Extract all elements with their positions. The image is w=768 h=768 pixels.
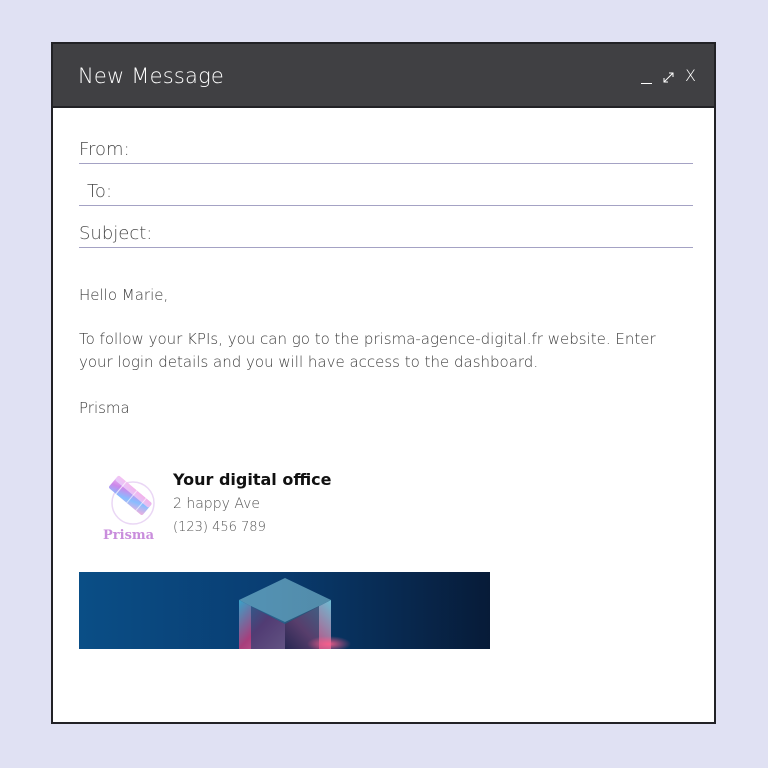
compose-window: New Message X From: To: Subject: Hello M… [51,42,716,724]
signature-brand: Prisma [103,528,155,543]
signature-banner-image [79,572,490,649]
signature-title: Your digital office [173,470,332,489]
signature-address: 2 happy Ave [173,496,260,512]
minimize-icon[interactable] [641,70,653,84]
close-icon[interactable]: X [685,68,696,84]
from-label: From: [79,139,130,160]
signature-phone: (123) 456 789 [173,520,266,535]
title-bar: New Message X [53,44,714,108]
from-input[interactable] [159,140,693,161]
to-label: To: [87,181,113,202]
message-signoff: Prisma [79,399,130,417]
subject-label: Subject: [79,223,153,244]
window-title: New Message [78,64,224,88]
subject-input[interactable] [159,224,693,245]
to-input[interactable] [159,182,693,203]
from-field[interactable]: From: [79,136,693,164]
message-greeting: Hello Marie, [79,286,169,304]
expand-icon[interactable] [662,71,675,84]
subject-field[interactable]: Subject: [79,222,693,248]
window-controls: X [641,68,696,84]
message-paragraph: To follow your KPIs, you can go to the p… [79,330,656,371]
to-field[interactable]: To: [79,180,693,206]
